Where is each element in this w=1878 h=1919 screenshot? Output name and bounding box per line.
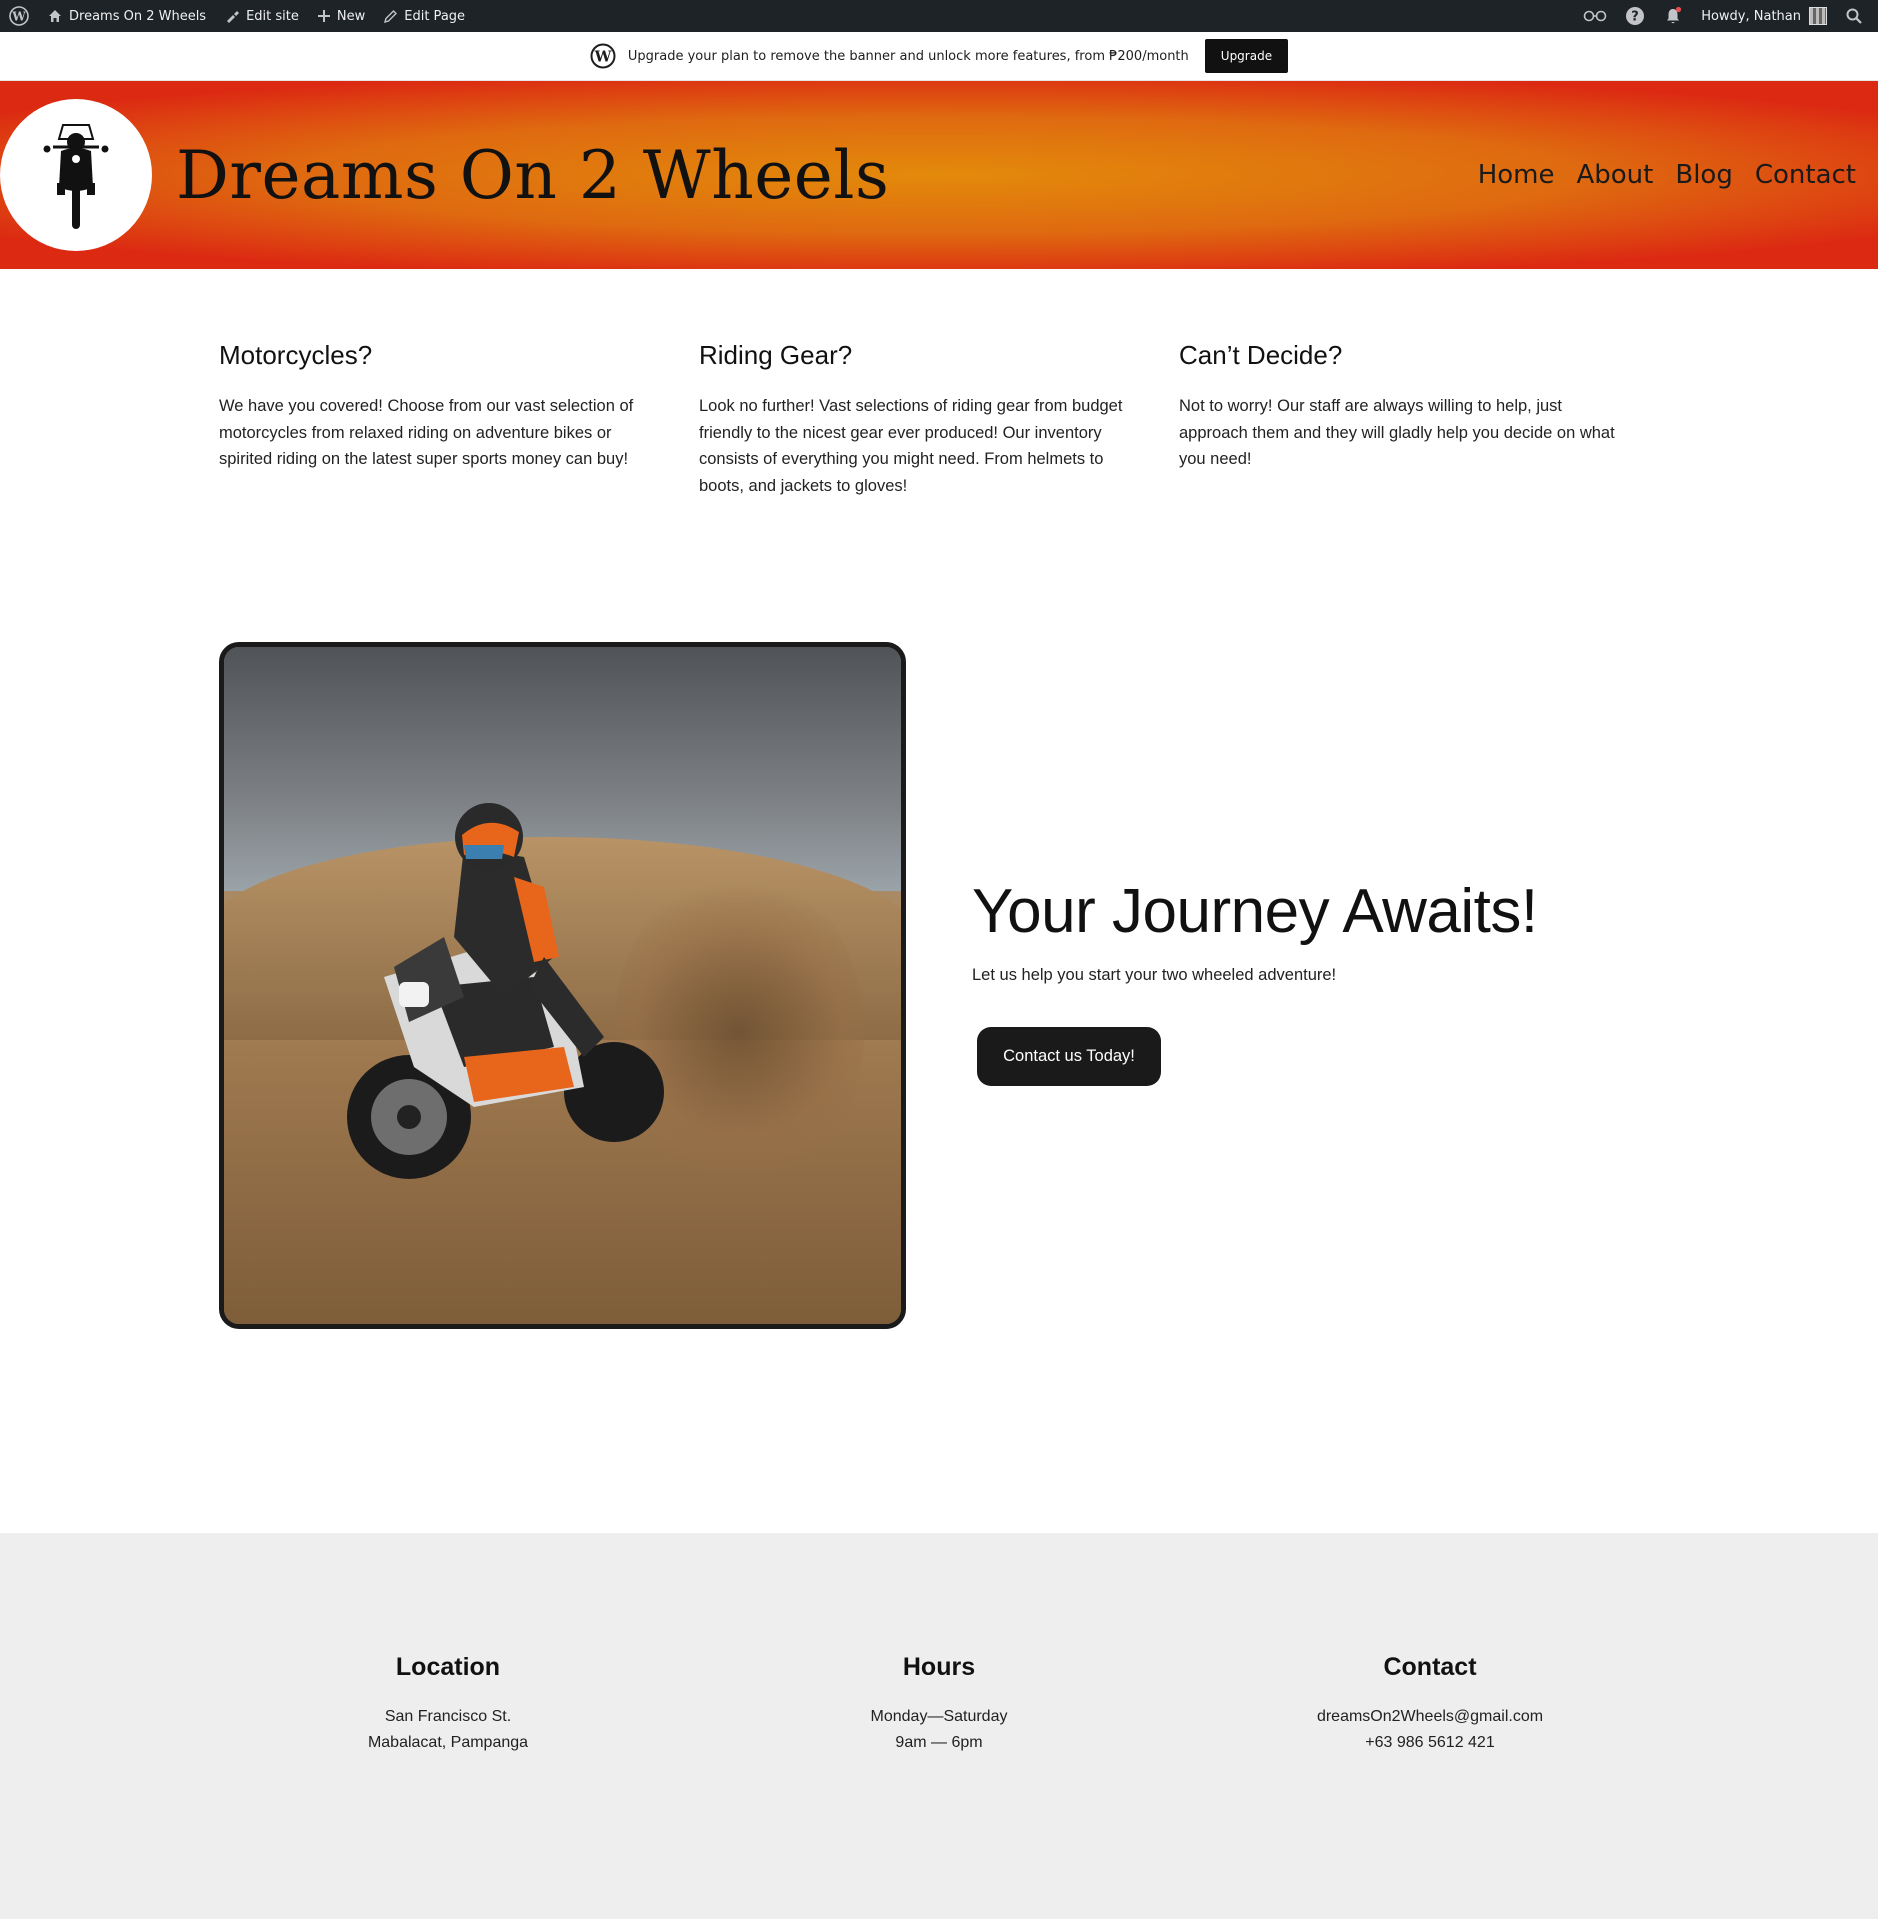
nav-contact[interactable]: Contact: [1755, 160, 1856, 190]
footer-contact-phone[interactable]: +63 986 5612 421: [1250, 1730, 1610, 1756]
wordpress-logo-icon: W: [590, 43, 616, 69]
admin-site-link[interactable]: Dreams On 2 Wheels: [38, 0, 215, 32]
new-link[interactable]: New: [308, 0, 374, 32]
admin-site-name: Dreams On 2 Wheels: [69, 8, 207, 24]
upgrade-banner-text: Upgrade your plan to remove the banner a…: [627, 48, 1189, 64]
feature-cant-decide: Can’t Decide? Not to worry! Our staff ar…: [1179, 340, 1659, 499]
admin-bar: W Dreams On 2 Wheels Edit site New Edit …: [0, 0, 1878, 32]
hero-subtitle: Let us help you start your two wheeled a…: [972, 966, 1337, 984]
svg-text:?: ?: [1631, 10, 1639, 25]
footer-contact-email[interactable]: dreamsOn2Wheels@gmail.com: [1250, 1704, 1610, 1730]
account-menu[interactable]: Howdy, Nathan: [1692, 0, 1836, 32]
upgrade-banner: W Upgrade your plan to remove the banner…: [0, 32, 1878, 81]
feature-text: Look no further! Vast selections of ridi…: [699, 397, 1123, 495]
site-header: Dreams On 2 Wheels Home About Blog Conta…: [0, 81, 1878, 269]
footer-location-line2: Mabalacat, Pampanga: [367, 1734, 529, 1751]
footer-hours-title: Hours: [902, 1653, 976, 1681]
nav-home[interactable]: Home: [1478, 160, 1555, 190]
site-title[interactable]: Dreams On 2 Wheels: [176, 137, 889, 214]
feature-text: Not to worry! Our staff are always willi…: [1179, 397, 1615, 468]
footer-contact-title: Contact: [1383, 1653, 1477, 1681]
footer-contact: Contact dreamsOn2Wheels@gmail.com +63 98…: [1250, 1653, 1610, 1756]
feature-title: Motorcycles?: [219, 340, 373, 370]
help-icon[interactable]: ?: [1616, 0, 1654, 32]
feature-riding-gear: Riding Gear? Look no further! Vast selec…: [699, 340, 1179, 499]
pencil-icon: [384, 9, 398, 23]
footer-location-line1: San Francisco St.: [384, 1708, 512, 1725]
motorcycle-rider-icon: [43, 124, 109, 229]
reader-icon[interactable]: [1574, 0, 1616, 32]
search-icon[interactable]: [1836, 0, 1872, 32]
greeting-label: Howdy, Nathan: [1701, 8, 1801, 24]
feature-text: We have you covered! Choose from our vas…: [219, 397, 634, 468]
nav-about[interactable]: About: [1576, 160, 1653, 190]
footer-hours: Hours Monday—Saturday 9am — 6pm: [759, 1653, 1119, 1756]
site-logo[interactable]: [0, 99, 152, 251]
footer-location: Location San Francisco St. Mabalacat, Pa…: [268, 1653, 628, 1756]
edit-page-link[interactable]: Edit Page: [374, 0, 474, 32]
contact-us-button[interactable]: Contact us Today!: [977, 1027, 1161, 1086]
home-icon: [49, 10, 61, 22]
feature-motorcycles: Motorcycles? We have you covered! Choose…: [219, 340, 699, 499]
avatar: [1809, 7, 1827, 25]
new-label: New: [336, 8, 366, 24]
brush-icon: [227, 11, 240, 23]
edit-page-label: Edit Page: [404, 8, 466, 24]
notifications-bell-icon[interactable]: [1654, 0, 1692, 32]
plus-icon: [317, 10, 330, 22]
dirt-bike-rider-illustration: [347, 803, 664, 1179]
svg-text:W: W: [593, 48, 612, 66]
hero-title: Your Journey Awaits!: [972, 877, 1538, 946]
hero-image-adventure-rider: [219, 642, 906, 1329]
nav-blog[interactable]: Blog: [1675, 160, 1732, 190]
site-footer: Location San Francisco St. Mabalacat, Pa…: [0, 1533, 1878, 1919]
upgrade-button[interactable]: Upgrade: [1204, 39, 1289, 73]
footer-location-title: Location: [395, 1653, 501, 1681]
svg-text:W: W: [11, 10, 26, 24]
edit-site-link[interactable]: Edit site: [215, 0, 308, 32]
wordpress-logo-icon[interactable]: W: [0, 0, 38, 32]
features-section: Motorcycles? We have you covered! Choose…: [219, 340, 1659, 499]
footer-hours-line2: 9am — 6pm: [895, 1734, 983, 1751]
edit-site-label: Edit site: [246, 8, 299, 24]
main-navigation: Home About Blog Contact: [1456, 160, 1856, 190]
feature-title: Riding Gear?: [699, 340, 853, 370]
feature-title: Can’t Decide?: [1179, 340, 1343, 370]
footer-hours-line1: Monday—Saturday: [870, 1708, 1008, 1725]
